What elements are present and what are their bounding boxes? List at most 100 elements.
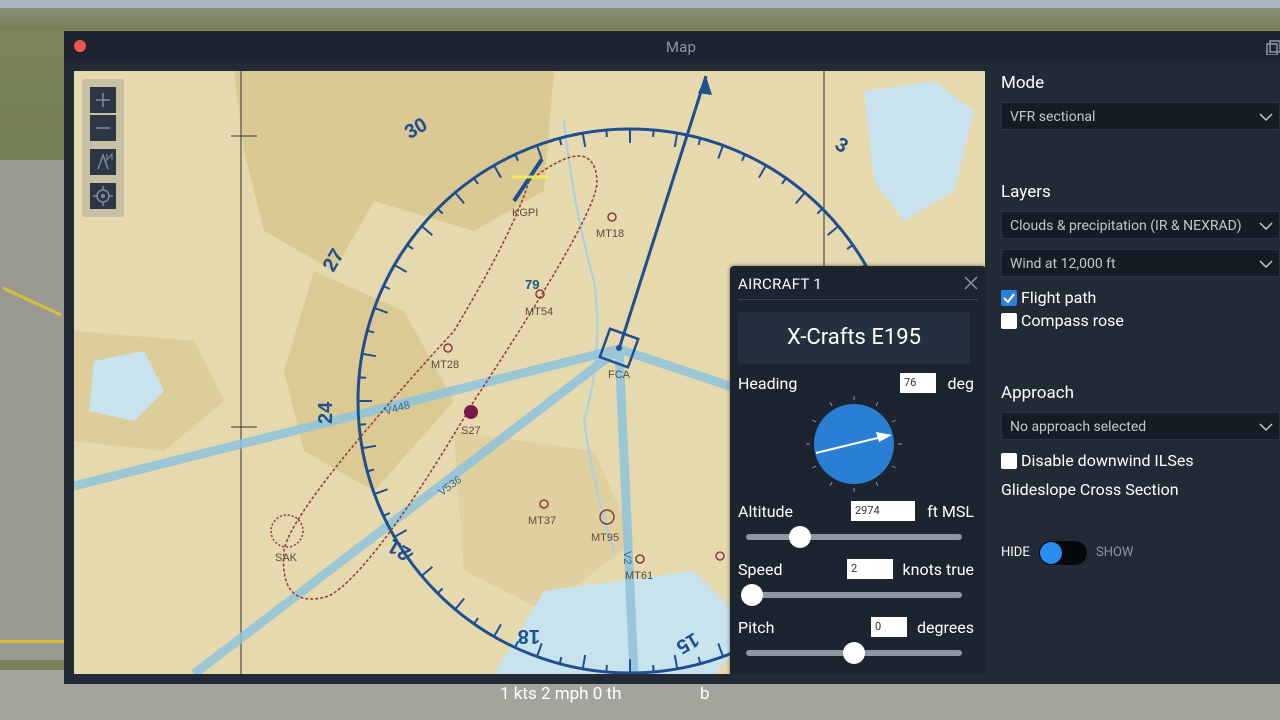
airway-label-V2: V2	[621, 551, 633, 564]
dial-tick	[829, 402, 833, 407]
airport-label-MT37: MT37	[528, 515, 556, 527]
layer-select-wind-value: Wind at 12,000 ft	[1010, 256, 1116, 272]
layers-heading: Layers	[1001, 182, 1051, 202]
compass-tick	[605, 129, 608, 138]
airport-label-KGPI: KGPI	[512, 207, 538, 219]
airport-label-MT61: MT61	[625, 570, 653, 582]
mode-heading: Mode	[1001, 73, 1045, 93]
mode-select-value: VFR sectional	[1010, 109, 1096, 125]
airport-label-MT95: MT95	[591, 532, 619, 544]
mode-select[interactable]: VFR sectional	[1001, 102, 1280, 130]
minus-icon	[96, 127, 110, 129]
checkbox-unchecked[interactable]	[1001, 313, 1017, 329]
title-bar: Map	[64, 31, 1280, 63]
heading-dial[interactable]	[804, 394, 904, 494]
tarmac-left	[0, 160, 70, 660]
altitude-slider-thumb[interactable]	[789, 526, 811, 548]
taxi-stripe	[0, 640, 64, 643]
chevron-down-icon	[1259, 260, 1273, 269]
dial-tick	[829, 481, 833, 486]
airport-label-S27: S27	[461, 425, 481, 437]
pitch-input[interactable]: 0	[871, 617, 907, 637]
compass-tick	[358, 376, 367, 379]
glideslope-toggle-row: HIDE SHOW	[1001, 540, 1280, 566]
layer-select-clouds[interactable]: Clouds & precipitation (IR & NEXRAD)	[1001, 211, 1280, 239]
center-on-aircraft-button[interactable]	[90, 183, 116, 209]
pitch-slider[interactable]	[746, 642, 962, 664]
airport-label-MT18: MT18	[596, 228, 624, 240]
close-icon[interactable]	[964, 276, 978, 290]
zoom-out-button[interactable]	[90, 115, 116, 141]
dial-tick	[875, 402, 879, 407]
disable-downwind-label: Disable downwind ILSes	[1021, 451, 1194, 470]
toggle-hide-label: HIDE	[1001, 545, 1030, 560]
speed-input[interactable]: 2	[847, 559, 893, 579]
north-arrow-icon	[97, 152, 113, 170]
airport-label-SAK: SAK	[275, 552, 298, 564]
check-icon	[1003, 293, 1015, 304]
altitude-input[interactable]: 2974	[851, 501, 915, 521]
glideslope-heading: Glideslope Cross Section	[1001, 480, 1179, 499]
airport-label-FCA: FCA	[608, 369, 631, 381]
speed-unit: knots true	[902, 560, 975, 579]
compass-tick	[358, 423, 367, 426]
map-sidebar: Mode VFR sectional Layers Clouds & preci…	[1001, 71, 1280, 684]
heading-input[interactable]: 76	[900, 373, 936, 393]
altitude-unit: ft MSL	[927, 502, 974, 521]
compass-label-18: 18	[518, 625, 540, 647]
speed-label: Speed	[738, 560, 783, 579]
speed-slider[interactable]	[741, 584, 962, 606]
altitude-label: Altitude	[738, 502, 794, 521]
approach-select[interactable]: No approach selected	[1001, 412, 1280, 440]
chevron-down-icon	[1259, 222, 1273, 231]
heading-label: Heading	[738, 374, 798, 393]
map-controls	[82, 79, 124, 217]
pitch-slider-thumb[interactable]	[843, 642, 865, 664]
status-readout-2: b	[700, 684, 710, 704]
airport-label-MT54: MT54	[525, 306, 553, 318]
flight-path-label: Flight path	[1021, 288, 1097, 307]
layer-select-wind[interactable]: Wind at 12,000 ft	[1001, 249, 1280, 277]
approach-heading: Approach	[1001, 383, 1074, 403]
crosshair-icon	[93, 186, 113, 206]
flight-path-checkbox[interactable]: Flight path	[1001, 289, 1121, 309]
popout-icon[interactable]	[1264, 39, 1280, 55]
zoom-in-button[interactable]	[90, 87, 116, 113]
compass-label-24: 24	[315, 401, 337, 424]
elevation-label: 79	[525, 277, 539, 292]
pitch-unit: degrees	[917, 618, 974, 637]
divider	[738, 299, 978, 300]
approach-select-value: No approach selected	[1010, 419, 1147, 435]
dial-tick	[812, 419, 817, 423]
status-readout: 1 kts 2 mph 0 th	[500, 684, 622, 704]
chevron-down-icon	[1259, 113, 1273, 122]
disable-downwind-checkbox[interactable]: Disable downwind ILSes	[1001, 452, 1221, 472]
glideslope-toggle[interactable]	[1039, 541, 1087, 565]
altitude-slider[interactable]	[746, 526, 962, 548]
checkbox-unchecked[interactable]	[1001, 453, 1017, 469]
layer-select-clouds-value: Clouds & precipitation (IR & NEXRAD)	[1010, 218, 1242, 234]
aircraft-panel: AIRCRAFT 1 X-Crafts E195 Heading 76 deg …	[730, 266, 985, 674]
dial-tick	[875, 481, 879, 486]
aircraft-panel-header: AIRCRAFT 1	[738, 275, 823, 293]
map-view[interactable]: 30 3 27 24 21 18 15 KGPI MT18 MT54 MT28 …	[74, 71, 985, 674]
checkbox-checked[interactable]	[1001, 290, 1017, 306]
speed-slider-thumb[interactable]	[741, 584, 764, 606]
dial-tick	[891, 419, 896, 423]
plus-icon	[96, 93, 110, 107]
dial-tick	[812, 465, 817, 469]
chevron-down-icon	[1259, 423, 1273, 432]
compass-rose-label: Compass rose	[1021, 311, 1124, 330]
heading-unit: deg	[947, 374, 975, 393]
north-up-button[interactable]	[90, 149, 116, 175]
compass-tick	[652, 129, 655, 138]
dial-tick	[891, 465, 896, 469]
toggle-knob[interactable]	[1040, 542, 1062, 564]
map-window: Map 30 3 27 24 21 18 15 KGPI MT18 MT54 M…	[64, 31, 1280, 684]
pitch-label: Pitch	[738, 618, 775, 637]
window-title: Map	[665, 38, 697, 56]
compass-tick	[605, 664, 608, 673]
compass-rose-checkbox[interactable]: Compass rose	[1001, 312, 1141, 332]
aircraft-name: X-Crafts E195	[738, 312, 970, 364]
compass-tick	[652, 664, 655, 673]
